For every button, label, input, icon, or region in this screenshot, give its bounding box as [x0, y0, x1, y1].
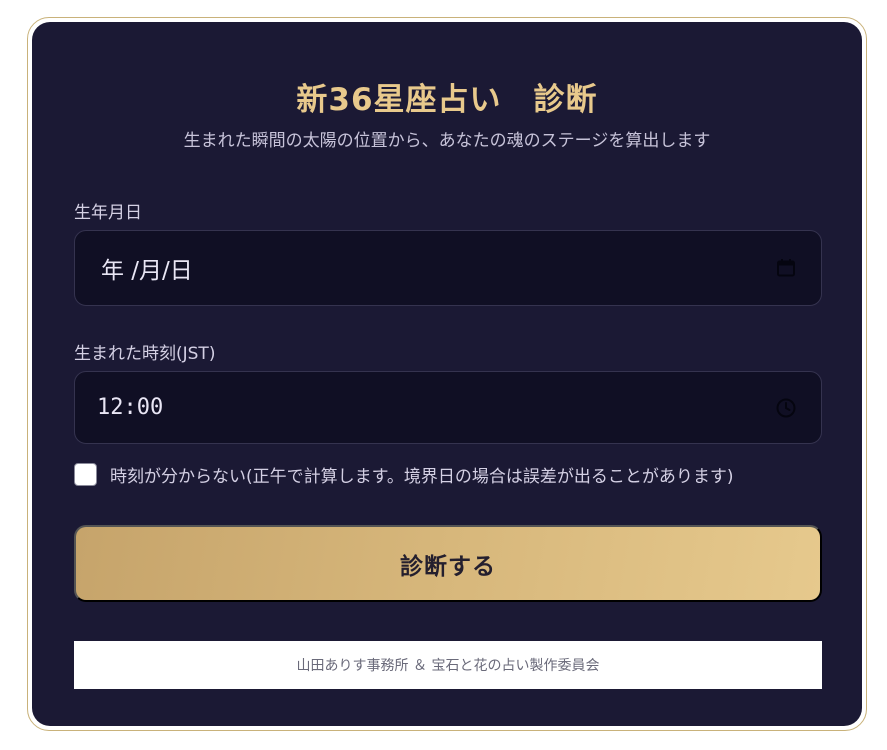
page-title: 新36星座占い 診断 [296, 82, 598, 118]
footer-credit: 山田ありす事務所 ＆ 宝石と花の占い製作委員会 [74, 641, 822, 689]
birthdate-input[interactable]: 年 /月/日 [74, 230, 822, 306]
unknown-time-row: 時刻が分からない(正午で計算します。境界日の場合は誤差が出ることがあります) [74, 462, 734, 487]
calendar-icon[interactable] [775, 257, 797, 279]
birthtime-input[interactable]: 12:00 [74, 371, 822, 444]
card-body: 新36星座占い 診断 生まれた瞬間の太陽の位置から、あなたの魂のステージを算出し… [32, 22, 862, 726]
page-subtitle: 生まれた瞬間の太陽の位置から、あなたの魂のステージを算出します [183, 131, 711, 151]
birthtime-value: 12:00 [97, 395, 164, 420]
unknown-time-checkbox[interactable] [74, 463, 97, 486]
birthdate-value: 年 /月/日 [101, 258, 193, 284]
birthdate-label: 生年月日 [74, 203, 142, 223]
birthtime-label: 生まれた時刻(JST) [74, 344, 216, 364]
diagnose-button[interactable]: 診断する [74, 525, 822, 602]
diagnosis-card: 新36星座占い 診断 生まれた瞬間の太陽の位置から、あなたの魂のステージを算出し… [27, 17, 867, 731]
clock-icon[interactable] [775, 397, 797, 419]
unknown-time-label[interactable]: 時刻が分からない(正午で計算します。境界日の場合は誤差が出ることがあります) [110, 462, 734, 487]
